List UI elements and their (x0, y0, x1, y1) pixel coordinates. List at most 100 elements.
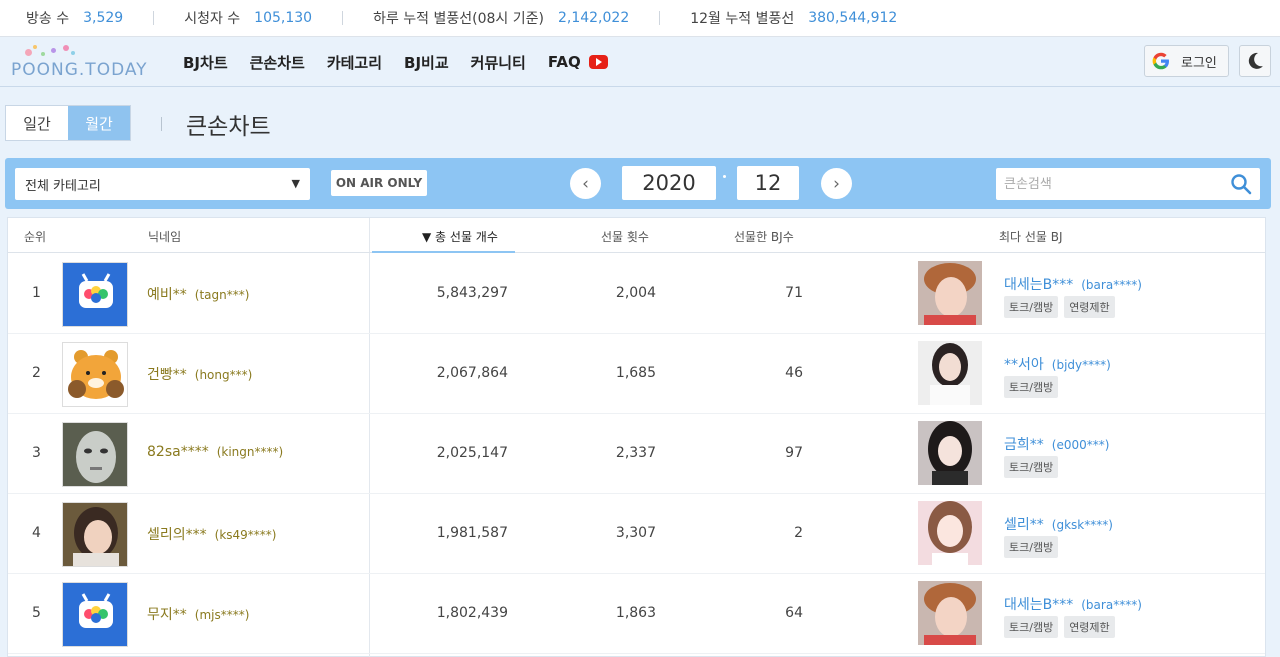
gift-count: 1,685 (615, 365, 656, 381)
stat-value: 3,529 (83, 10, 124, 26)
top-bj-name[interactable]: **서아 (bjdy****) (1004, 354, 1111, 374)
gift-count: 2,337 (615, 445, 656, 461)
table-row[interactable]: 1 예비** (tagn***) 5,843,297 2,004 71 대세는B*… (8, 254, 1265, 334)
period-monthly-button[interactable]: 월간 (68, 106, 130, 140)
user-id: (hong***) (194, 368, 253, 382)
category-tag: 토크/캠방 (1004, 536, 1059, 558)
nickname[interactable]: 82sa**** (kingn****) (147, 444, 283, 460)
menu-big-spender-chart[interactable]: 큰손차트 (250, 52, 305, 73)
chevron-left-icon: ‹ (582, 173, 589, 194)
top-bj-name-text: 셀리** (1004, 517, 1044, 533)
top-bj-photo[interactable] (918, 501, 982, 565)
divider (342, 11, 344, 25)
rank-number: 3 (32, 445, 41, 461)
sort-indicator (372, 251, 515, 253)
total-gifts: 5,843,297 (436, 285, 508, 301)
avatar[interactable] (62, 582, 128, 647)
menu-bj-chart[interactable]: BJ차트 (183, 52, 228, 73)
menu-category[interactable]: 카테고리 (327, 52, 382, 73)
user-id: (mjs****) (194, 608, 250, 622)
stat-value: 2,142,022 (557, 10, 630, 26)
top-bj-photo[interactable] (918, 581, 982, 645)
ranking-table: 순위 닉네임 ▼ 총 선물 개수 선물 횟수 선물한 BJ수 최다 선물 BJ … (7, 217, 1266, 657)
divider (161, 117, 162, 131)
login-button[interactable]: 로그인 (1144, 45, 1229, 77)
search-input[interactable] (996, 168, 1216, 200)
stat-daily-balloons: 하루 누적 별풍선(08시 기준) 2,142,022 (373, 8, 629, 28)
google-icon (1152, 52, 1169, 70)
login-label: 로그인 (1181, 55, 1217, 71)
category-select[interactable]: 전체 카테고리 ▼ (15, 168, 310, 200)
user-id: (kingn****) (216, 445, 284, 459)
tag-list: 토크/캠방 연령제한 (1004, 296, 1121, 318)
nickname[interactable]: 예비** (tagn***) (147, 284, 249, 304)
top-bj-photo[interactable] (918, 421, 982, 485)
on-air-only-button[interactable]: ON AIR ONLY (331, 170, 427, 196)
nickname[interactable]: 건빵** (hong***) (147, 364, 252, 384)
top-bj-name[interactable]: 대세는B*** (bara****) (1004, 274, 1142, 294)
youtube-icon[interactable] (588, 55, 608, 69)
avatar[interactable] (62, 342, 128, 407)
user-id: (ks49****) (214, 528, 277, 542)
period-toggle: 일간 월간 (5, 105, 131, 141)
filter-bar: 전체 카테고리 ▼ ON AIR ONLY ‹ 2020 12 › (5, 158, 1271, 209)
top-bj-name-text: 금희** (1004, 437, 1044, 453)
search-icon[interactable] (1230, 173, 1252, 195)
table-row[interactable]: 3 82sa**** (kingn****) 2,025,147 2,337 97… (8, 414, 1265, 494)
top-bj-id: (bara****) (1081, 278, 1142, 292)
tag-list: 토크/캠방 (1004, 456, 1064, 478)
top-bj-name[interactable]: 셀리** (gksk****) (1004, 514, 1113, 534)
avatar[interactable] (62, 262, 128, 327)
tag-list: 토크/캠방 (1004, 536, 1064, 558)
site-logo[interactable]: POONG.TODAY (11, 45, 151, 80)
header-gift-count[interactable]: 선물 횟수 (601, 228, 649, 245)
divider (659, 11, 661, 25)
period-daily-button[interactable]: 일간 (6, 106, 68, 140)
next-month-button[interactable]: › (821, 168, 852, 199)
stat-label: 하루 누적 별풍선(08시 기준) (373, 11, 544, 27)
nickname[interactable]: 셀리의*** (ks49****) (147, 524, 276, 544)
menu-community[interactable]: 커뮤니티 (471, 52, 526, 73)
top-bj-name[interactable]: 금희** (e000***) (1004, 434, 1109, 454)
avatar[interactable] (62, 502, 128, 567)
bj-count: 46 (785, 365, 803, 381)
stat-value: 380,544,912 (808, 10, 898, 26)
top-nav: POONG.TODAY BJ차트 큰손차트 카테고리 BJ비교 커뮤니티 FAQ… (0, 37, 1280, 87)
stats-bar: 방송 수 3,529 시청자 수 105,130 하루 누적 별풍선(08시 기… (0, 0, 1280, 37)
avatar[interactable] (62, 422, 128, 487)
total-gifts: 1,981,587 (436, 525, 508, 541)
dark-mode-button[interactable] (1239, 45, 1271, 77)
nickname[interactable]: 무지** (mjs****) (147, 604, 249, 624)
category-tag: 토크/캠방 (1004, 376, 1059, 398)
top-bj-id: (bjdy****) (1051, 358, 1111, 372)
main-menu: BJ차트 큰손차트 카테고리 BJ비교 커뮤니티 FAQ (183, 37, 608, 87)
category-tag: 토크/캠방 (1004, 296, 1059, 318)
divider (153, 11, 155, 25)
caret-down-icon: ▼ (291, 177, 300, 190)
menu-bj-compare[interactable]: BJ비교 (404, 52, 449, 73)
category-tag: 토크/캠방 (1004, 456, 1059, 478)
top-bj-name[interactable]: 대세는B*** (bara****) (1004, 594, 1142, 614)
gift-count: 2,004 (615, 285, 656, 301)
top-bj-photo[interactable] (918, 341, 982, 405)
moon-icon (1248, 52, 1263, 69)
menu-faq[interactable]: FAQ (548, 53, 581, 71)
header-total-gifts[interactable]: ▼ 총 선물 개수 (422, 228, 498, 245)
table-row[interactable]: 5 무지** (mjs****) 1,802,439 1,863 64 대세는B*… (8, 574, 1265, 654)
category-value: 전체 카테고리 (25, 178, 101, 194)
category-tag: 연령제한 (1064, 296, 1115, 318)
prev-month-button[interactable]: ‹ (570, 168, 601, 199)
table-row[interactable]: 2 건빵** (hong***) 2,067,864 1,685 46 **서아 (… (8, 334, 1265, 414)
bj-count: 64 (785, 605, 803, 621)
header-bj-count[interactable]: 선물한 BJ수 (734, 228, 794, 245)
top-bj-photo[interactable] (918, 261, 982, 325)
category-tag: 연령제한 (1064, 616, 1115, 638)
nickname-text: 건빵** (147, 367, 187, 383)
nickname-text: 82sa**** (147, 444, 209, 460)
gift-count: 1,863 (615, 605, 656, 621)
year-field[interactable]: 2020 (622, 166, 716, 200)
month-field[interactable]: 12 (737, 166, 799, 200)
chevron-right-icon: › (833, 173, 840, 194)
table-row[interactable]: 4 셀리의*** (ks49****) 1,981,587 3,307 2 셀리*… (8, 494, 1265, 574)
header-rank: 순위 (24, 230, 47, 244)
